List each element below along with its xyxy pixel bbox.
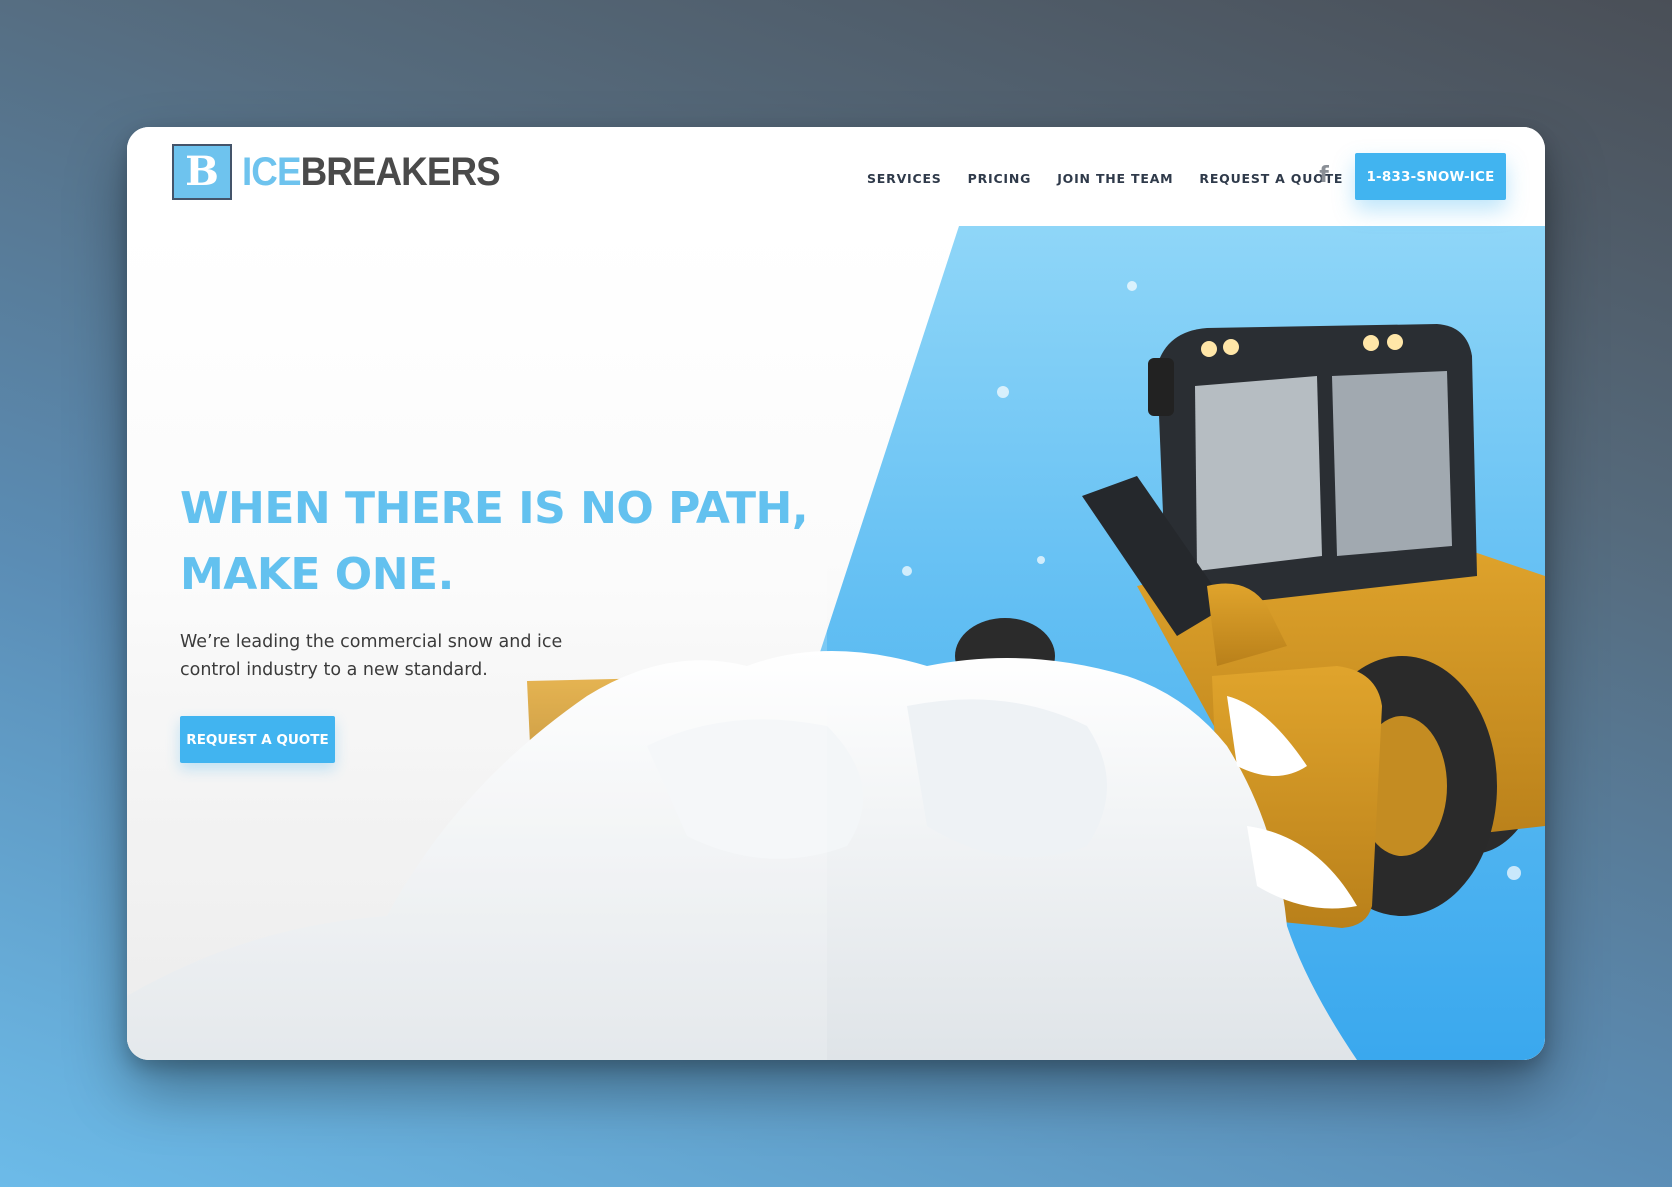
- hero-headline-line2: MAKE ONE.: [180, 549, 454, 600]
- logo-mark: B: [185, 148, 219, 195]
- hero-subtext: We’re leading the commercial snow and ic…: [180, 632, 563, 680]
- site-header: B ICE BREAKERS SERVICES PRICING JOIN THE…: [127, 127, 1545, 226]
- nav-item-services[interactable]: SERVICES: [867, 171, 942, 186]
- nav-item-join-the-team[interactable]: JOIN THE TEAM: [1057, 171, 1173, 186]
- logo-word-ice: ICE: [242, 149, 302, 194]
- logo-badge-icon: B: [172, 144, 232, 200]
- logo-wordmark: ICE BREAKERS: [242, 149, 501, 195]
- request-quote-button[interactable]: REQUEST A QUOTE: [180, 716, 335, 763]
- site-logo[interactable]: B ICE BREAKERS: [172, 143, 522, 201]
- facebook-icon[interactable]: f: [1314, 161, 1334, 189]
- hero-section: WHEN THERE IS NO PATH, MAKE ONE. We’re l…: [127, 226, 1545, 1060]
- nav-item-pricing[interactable]: PRICING: [968, 171, 1032, 186]
- hero-headline: WHEN THERE IS NO PATH, MAKE ONE.: [180, 476, 820, 608]
- phone-button[interactable]: 1-833-SNOW-ICE: [1355, 153, 1506, 200]
- browser-window: B ICE BREAKERS SERVICES PRICING JOIN THE…: [127, 127, 1545, 1060]
- hero-headline-line1: WHEN THERE IS NO PATH,: [180, 483, 809, 534]
- logo-word-breakers: BREAKERS: [300, 149, 501, 194]
- main-nav: SERVICES PRICING JOIN THE TEAM REQUEST A…: [867, 171, 1369, 186]
